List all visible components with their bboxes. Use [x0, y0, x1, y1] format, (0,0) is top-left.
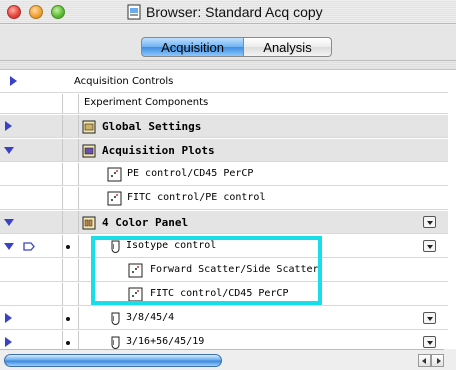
disclosure-triangle-icon[interactable] [5, 337, 12, 347]
browser-window: Browser: Standard Acq copy Acquisition A… [0, 0, 456, 370]
tab-acquisition[interactable]: Acquisition [141, 37, 244, 57]
plot-icon [107, 191, 122, 206]
popup-menu-icon[interactable] [423, 216, 436, 228]
column-divider [62, 235, 63, 257]
tube-icon [111, 312, 120, 325]
plot-label: Forward Scatter/Side Scatter [150, 264, 319, 275]
scroll-thumb[interactable] [4, 354, 222, 367]
column-divider [78, 163, 79, 185]
disclosure-triangle-icon[interactable] [5, 121, 12, 131]
bullet-icon [66, 341, 70, 345]
tab-bar: Acquisition Analysis [0, 25, 456, 69]
column-divider [78, 283, 79, 305]
column-divider [62, 211, 63, 233]
tab-divider [0, 60, 456, 69]
global-settings-row[interactable]: Global Settings [0, 115, 448, 138]
resize-grip[interactable] [444, 349, 456, 370]
tube-icon [111, 336, 120, 349]
disclosure-open-icon[interactable] [4, 219, 14, 226]
acquisition-controls-row[interactable]: Acquisition Controls [0, 70, 448, 93]
column-divider [62, 115, 63, 137]
minimize-button[interactable] [29, 5, 43, 19]
plot-row[interactable]: FITC control/CD45 PerCP [0, 283, 448, 306]
popup-menu-icon[interactable] [423, 312, 436, 324]
tube-icon [111, 240, 120, 253]
plot-icon [107, 167, 122, 182]
color-panel-row[interactable]: 4 Color Panel [0, 211, 448, 234]
close-button[interactable] [7, 5, 21, 19]
plot-label: FITC control/PE control [127, 192, 266, 203]
isotype-label: Isotype control [126, 240, 217, 251]
scroll-left-button[interactable] [418, 354, 431, 367]
experiment-components-label: Experiment Components [84, 97, 209, 108]
tab-analysis[interactable]: Analysis [244, 37, 332, 57]
column-divider [62, 283, 63, 305]
current-tube-pointer-icon[interactable] [23, 242, 35, 251]
window-title: Browser: Standard Acq copy [146, 4, 323, 20]
acquisition-controls-label: Acquisition Controls [74, 76, 174, 87]
experiment-components-header: Experiment Components [0, 94, 448, 114]
bullet-icon [66, 245, 70, 249]
column-divider [78, 187, 79, 209]
tube-label: 3/16+56/45/19 [126, 336, 205, 347]
title-bar[interactable]: Browser: Standard Acq copy [0, 0, 456, 24]
folder-icon [82, 216, 96, 230]
plot-row[interactable]: PE control/CD45 PerCP [0, 163, 448, 186]
acquisition-plots-row[interactable]: Acquisition Plots [0, 139, 448, 162]
tube-row[interactable]: 3/8/45/4 [0, 307, 448, 330]
horizontal-scrollbar[interactable] [0, 349, 456, 370]
column-divider [78, 211, 79, 233]
column-divider [78, 94, 79, 113]
disclosure-triangle-icon[interactable] [10, 76, 17, 86]
scroll-right-button[interactable] [431, 354, 444, 367]
column-divider [62, 163, 63, 185]
column-divider [78, 115, 79, 137]
column-divider [62, 187, 63, 209]
disclosure-open-icon[interactable] [4, 147, 14, 154]
column-divider [78, 139, 79, 161]
column-divider [78, 235, 79, 257]
browser-content: Acquisition Controls Experiment Componen… [0, 69, 456, 354]
plot-row[interactable]: Forward Scatter/Side Scatter [0, 259, 448, 282]
plot-label: PE control/CD45 PerCP [127, 168, 254, 179]
document-icon [127, 4, 141, 20]
zoom-button[interactable] [51, 5, 65, 19]
isotype-row[interactable]: Isotype control [0, 235, 448, 258]
color-panel-label: 4 Color Panel [102, 216, 189, 229]
plot-label: FITC control/CD45 PerCP [150, 288, 289, 299]
acquisition-plots-label: Acquisition Plots [102, 144, 215, 157]
plot-row[interactable]: FITC control/PE control [0, 187, 448, 210]
popup-menu-icon[interactable] [423, 240, 436, 252]
disclosure-open-icon[interactable] [4, 243, 14, 250]
column-divider [78, 307, 79, 329]
bullet-icon [66, 317, 70, 321]
folder-icon [82, 144, 96, 158]
plot-icon [128, 287, 143, 302]
column-divider [78, 259, 79, 281]
plot-icon [128, 263, 143, 278]
column-divider [62, 94, 63, 113]
popup-menu-icon[interactable] [423, 336, 436, 348]
folder-icon [82, 120, 96, 134]
disclosure-triangle-icon[interactable] [5, 313, 12, 323]
global-settings-label: Global Settings [102, 120, 202, 133]
tube-label: 3/8/45/4 [126, 312, 175, 323]
column-divider [62, 307, 63, 329]
column-divider [62, 259, 63, 281]
column-divider [62, 139, 63, 161]
